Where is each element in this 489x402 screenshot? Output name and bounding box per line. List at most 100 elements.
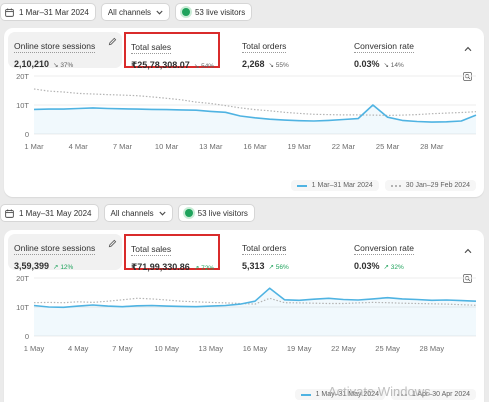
date-range-label: 1 Mar–31 Mar 2024 <box>19 7 89 17</box>
chevron-up-icon[interactable] <box>464 46 472 52</box>
metric-change-value: 12% <box>60 264 74 271</box>
metrics-row: Online store sessions 3,59,399 ↗ 12% Tota… <box>8 234 480 283</box>
metric-value: 0.03% <box>354 261 380 271</box>
metric-change: ↗ 32% <box>383 264 404 271</box>
x-tick-label: 19 Mar <box>288 142 312 151</box>
y-tick-label: 0 <box>25 332 29 341</box>
legend-previous[interactable]: 30 Jan–29 Feb 2024 <box>384 180 476 191</box>
series-area-current <box>34 288 476 336</box>
chart-legend: 1 Mar–31 Mar 2024 30 Jan–29 Feb 2024 <box>285 180 476 191</box>
y-tick-label: 10T <box>16 101 29 110</box>
date-range-label: 1 May–31 May 2024 <box>19 208 92 218</box>
metric-change-value: 72% <box>201 265 215 272</box>
x-tick-label: 4 Mar <box>69 142 89 151</box>
metric-value: 3,59,399 <box>14 261 50 271</box>
live-visitors-button[interactable]: 53 live visitors <box>177 204 255 222</box>
legend-current[interactable]: 1 Mar–31 Mar 2024 <box>290 180 379 191</box>
metric-label: Conversion rate <box>354 41 415 53</box>
x-tick-label: 25 May <box>375 344 400 353</box>
metric-conversion-rate[interactable]: Conversion rate 0.03% ↗ 32% <box>348 234 448 271</box>
metric-total-sales[interactable]: Total sales ₹25,78,308.07 ↘ 54% <box>124 32 220 70</box>
sales-chart-may: 0 10T 20T 1 May 4 May 7 May 10 May 13 May 16 May… <box>4 272 484 367</box>
channel-label: All channels <box>110 208 154 218</box>
x-tick-label: 1 Mar <box>24 142 44 151</box>
metric-label: Online store sessions <box>14 41 96 53</box>
channel-filter[interactable]: All channels <box>103 204 173 222</box>
metric-value: 2,268 <box>242 59 265 69</box>
legend-current[interactable]: 1 May–31 May 2024 <box>294 389 385 400</box>
x-tick-label: 28 Mar <box>420 142 444 151</box>
x-tick-label: 13 Mar <box>199 142 223 151</box>
y-tick-label: 20T <box>16 274 29 283</box>
metric-value: 2,10,210 <box>14 59 50 69</box>
metric-value: 5,313 <box>242 261 265 271</box>
metric-total-sales[interactable]: Total sales ₹71,99,330.86 ↗ 72% <box>124 234 220 272</box>
metric-label: Total orders <box>242 243 287 255</box>
metric-change-value: 14% <box>390 62 404 69</box>
live-indicator-icon <box>181 8 190 16</box>
calendar-icon <box>5 7 14 17</box>
legend-label-current: 1 Mar–31 Mar 2024 <box>311 182 373 189</box>
legend-line-current <box>300 393 311 396</box>
metric-value: ₹25,78,308.07 <box>131 60 190 70</box>
legend-line-previous <box>397 393 407 396</box>
x-tick-label: 19 May <box>287 344 312 353</box>
x-tick-label: 28 May <box>419 344 444 353</box>
channel-filter[interactable]: All channels <box>100 3 170 21</box>
metric-change: ↗ 72% <box>193 265 215 272</box>
metrics-row: Online store sessions 2,10,210 ↘ 37% Tota… <box>8 32 480 81</box>
metric-change: ↗ 56% <box>268 264 289 271</box>
legend-label-previous: 1 Apr–30 Apr 2024 <box>412 391 470 398</box>
x-tick-label: 1 May <box>24 344 45 353</box>
metric-label: Conversion rate <box>354 243 415 255</box>
legend-previous[interactable]: 1 Apr–30 Apr 2024 <box>391 389 476 400</box>
metric-change-value: 55% <box>275 62 289 69</box>
y-tick-label: 20T <box>16 72 29 81</box>
second-toolbar: 1 May–31 May 2024 All channels 53 live v… <box>0 203 260 223</box>
pencil-icon[interactable] <box>108 37 117 46</box>
calendar-icon <box>5 208 14 218</box>
chevron-up-icon[interactable] <box>464 248 472 254</box>
metric-total-orders[interactable]: Total orders 5,313 ↗ 56% <box>236 234 336 271</box>
line-chart: 0 10T 20T 1 Mar 4 Mar 7 Mar 10 Mar 13 Mar 16 Mar… <box>16 72 477 151</box>
pencil-icon[interactable] <box>108 239 117 248</box>
top-toolbar: 1 Mar–31 Mar 2024 All channels 53 live v… <box>0 2 257 22</box>
metric-value: 0.03% <box>354 59 380 69</box>
live-visitors-button[interactable]: 53 live visitors <box>174 3 253 21</box>
date-range-picker[interactable]: 1 May–31 May 2024 <box>0 204 99 222</box>
metric-total-orders[interactable]: Total orders 2,268 ↘ 55% <box>236 32 336 69</box>
y-tick-label: 0 <box>25 130 29 139</box>
metric-change: ↘ 54% <box>193 63 215 70</box>
metric-label: Total sales <box>131 42 172 54</box>
metric-change-value: 56% <box>275 264 289 271</box>
metric-change-value: 37% <box>60 62 74 69</box>
x-tick-label: 25 Mar <box>376 142 400 151</box>
y-tick-label: 10T <box>16 303 29 312</box>
chart-legend: 1 May–31 May 2024 1 Apr–30 Apr 2024 <box>289 389 476 400</box>
x-tick-label: 22 Mar <box>332 142 356 151</box>
metric-conversion-rate[interactable]: Conversion rate 0.03% ↘ 14% <box>348 32 448 69</box>
metric-change: ↘ 37% <box>53 62 74 69</box>
analytics-card-may: Online store sessions 3,59,399 ↗ 12% Tota… <box>4 230 484 402</box>
live-visitors-label: 53 live visitors <box>197 208 248 218</box>
metric-change-value: 54% <box>201 63 215 70</box>
metric-change-value: 32% <box>390 264 404 271</box>
metric-value: ₹71,99,330.86 <box>131 262 190 272</box>
metric-change: ↗ 12% <box>53 264 74 271</box>
live-visitors-label: 53 live visitors <box>194 7 246 17</box>
x-tick-label: 10 May <box>154 344 179 353</box>
metric-online-store-sessions[interactable]: Online store sessions 3,59,399 ↗ 12% <box>8 234 122 271</box>
metric-online-store-sessions[interactable]: Online store sessions 2,10,210 ↘ 37% <box>8 32 122 69</box>
live-indicator-icon <box>184 209 193 217</box>
date-range-picker[interactable]: 1 Mar–31 Mar 2024 <box>0 3 96 21</box>
legend-label-current: 1 May–31 May 2024 <box>315 391 379 398</box>
chevron-down-icon <box>156 10 163 15</box>
channel-label: All channels <box>107 7 151 17</box>
chevron-down-icon <box>159 211 166 216</box>
metric-label: Online store sessions <box>14 243 96 255</box>
line-chart: 0 10T 20T 1 May 4 May 7 May 10 May 13 May 16 May… <box>16 274 477 353</box>
analytics-card-march: Online store sessions 2,10,210 ↘ 37% Tota… <box>4 28 484 197</box>
legend-line-previous <box>390 184 401 187</box>
x-tick-label: 16 Mar <box>243 142 267 151</box>
metric-change: ↘ 14% <box>383 62 404 69</box>
